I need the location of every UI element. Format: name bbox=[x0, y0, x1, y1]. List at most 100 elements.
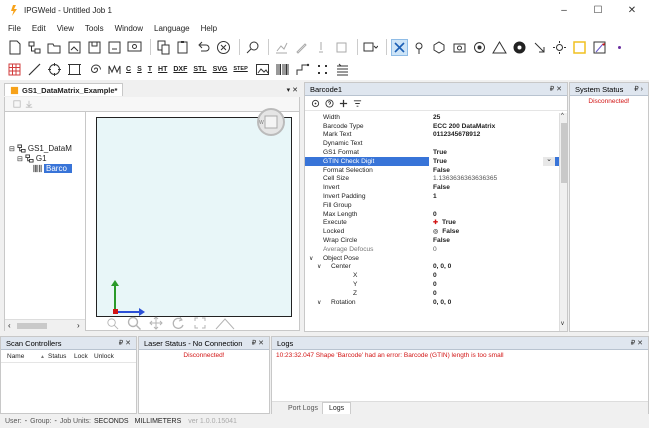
property-value-cell[interactable]: ◎ False bbox=[433, 228, 459, 235]
laser-off-button[interactable] bbox=[391, 38, 408, 56]
property-row[interactable]: Cell Size 1.1363636363636365 bbox=[305, 175, 567, 184]
property-value-cell[interactable]: 0 bbox=[433, 246, 437, 253]
property-value-cell[interactable]: False bbox=[433, 237, 450, 244]
line-button[interactable] bbox=[26, 61, 43, 78]
warning-button[interactable] bbox=[491, 39, 508, 56]
preview-button[interactable] bbox=[126, 39, 143, 56]
property-value-cell[interactable]: 0, 0, 0 bbox=[433, 263, 451, 270]
column-lock[interactable]: Lock bbox=[74, 353, 94, 360]
expand-chevron-icon[interactable]: ∨ bbox=[317, 299, 321, 306]
dxf-import-button[interactable]: DXF bbox=[173, 66, 187, 73]
delete-button[interactable] bbox=[215, 39, 232, 56]
document-tab[interactable]: GS1_DataMatrix_Example* bbox=[4, 83, 124, 96]
path-button[interactable] bbox=[294, 61, 311, 78]
expand-chevron-icon[interactable]: ∨ bbox=[309, 255, 313, 262]
property-row[interactable]: ∨ Rotation 0, 0, 0 bbox=[305, 298, 567, 307]
property-value-cell[interactable]: False bbox=[433, 184, 450, 191]
menu-file[interactable]: File bbox=[8, 24, 21, 33]
laser-status-controls[interactable]: ₽ ✕ bbox=[252, 339, 264, 347]
image-dropdown-button[interactable] bbox=[362, 39, 379, 56]
dropdown-chevron-icon[interactable]: ⌄ bbox=[543, 156, 555, 166]
property-value-cell[interactable]: 0 bbox=[433, 272, 437, 279]
new-file-button[interactable] bbox=[6, 39, 23, 56]
property-row[interactable]: Dynamic Text bbox=[305, 139, 567, 148]
tree-node-root[interactable]: ⊟ GS1_DataM bbox=[9, 144, 72, 153]
settings-icon[interactable] bbox=[311, 99, 320, 108]
document-tab-controls[interactable]: ▾ ✕ bbox=[287, 86, 298, 94]
undo-button[interactable] bbox=[195, 39, 212, 56]
menu-tools[interactable]: Tools bbox=[85, 24, 104, 33]
property-value-cell[interactable]: ✚ True bbox=[433, 219, 456, 226]
logs-controls[interactable]: ₽ ✕ bbox=[631, 339, 643, 347]
tree-node-barcode[interactable]: Barco bbox=[33, 164, 85, 173]
hatch-button[interactable] bbox=[334, 61, 351, 78]
minimize-button[interactable]: – bbox=[547, 0, 581, 20]
yellow-frame-button[interactable] bbox=[571, 39, 588, 56]
collapse-icon[interactable]: ⊟ bbox=[17, 155, 23, 163]
property-row[interactable]: Format Selection False bbox=[305, 166, 567, 175]
menu-edit[interactable]: Edit bbox=[32, 24, 46, 33]
property-value-cell[interactable]: 0 bbox=[433, 290, 437, 297]
open-image-button[interactable] bbox=[66, 39, 83, 56]
property-value-cell[interactable]: 0112345678912 bbox=[433, 131, 480, 138]
more-button[interactable] bbox=[611, 39, 628, 56]
add-disabled-icon[interactable] bbox=[13, 100, 21, 108]
design-canvas[interactable] bbox=[96, 117, 292, 317]
close-button[interactable]: ✕ bbox=[615, 0, 649, 20]
zoom-icon[interactable] bbox=[127, 316, 141, 330]
circle-button[interactable] bbox=[46, 61, 63, 78]
property-row[interactable]: Invert Padding 1 bbox=[305, 192, 567, 201]
column-unlock[interactable]: Unlock bbox=[94, 353, 114, 360]
property-row[interactable]: GTIN Check Digit True ⌄ bbox=[305, 156, 567, 166]
wave-button[interactable] bbox=[106, 61, 123, 78]
stl-import-button[interactable]: STL bbox=[193, 66, 206, 73]
expand-chevron-icon[interactable]: ∨ bbox=[317, 263, 321, 270]
menu-help[interactable]: Help bbox=[201, 24, 217, 33]
pen-button[interactable] bbox=[293, 39, 310, 56]
property-value-cell[interactable]: 0, 0, 0 bbox=[433, 299, 451, 306]
emergency-button[interactable] bbox=[511, 39, 528, 56]
property-row[interactable]: Y0 bbox=[305, 280, 567, 289]
fit-view-icon[interactable] bbox=[193, 316, 207, 330]
scan-controllers-controls[interactable]: ₽ ✕ bbox=[119, 339, 131, 347]
scroll-down-icon[interactable]: v bbox=[561, 321, 564, 327]
collapse-icon[interactable]: ⊟ bbox=[9, 145, 15, 153]
ht-text-button[interactable]: HT bbox=[158, 66, 167, 73]
marker-button[interactable] bbox=[313, 39, 330, 56]
property-value-cell[interactable]: 1.1363636363636365 bbox=[433, 175, 497, 182]
menu-language[interactable]: Language bbox=[154, 24, 190, 33]
property-value-cell[interactable]: True bbox=[433, 149, 447, 156]
system-status-controls[interactable]: ₽ › bbox=[634, 85, 643, 93]
image-button[interactable] bbox=[254, 61, 271, 78]
scroll-up-icon[interactable]: ^ bbox=[561, 113, 564, 119]
grid-button[interactable] bbox=[6, 61, 23, 78]
help-icon[interactable] bbox=[325, 99, 334, 108]
target-button[interactable] bbox=[471, 39, 488, 56]
search-button[interactable] bbox=[244, 39, 261, 56]
property-value-cell[interactable]: True bbox=[429, 157, 543, 166]
menu-window[interactable]: Window bbox=[115, 24, 143, 33]
maximize-button[interactable]: ☐ bbox=[581, 0, 615, 20]
property-row[interactable]: X0 bbox=[305, 271, 567, 280]
scroll-right-icon[interactable]: › bbox=[77, 321, 80, 330]
t-text-button[interactable]: T bbox=[148, 66, 152, 73]
arrow-tool-button[interactable] bbox=[531, 39, 548, 56]
import-disabled-icon[interactable] bbox=[25, 100, 33, 108]
points-button[interactable] bbox=[314, 61, 331, 78]
copy-button[interactable] bbox=[155, 39, 172, 56]
property-row[interactable]: GS1 Format True bbox=[305, 148, 567, 157]
property-row[interactable]: Wrap Circle False bbox=[305, 236, 567, 245]
tab-port-logs[interactable]: Port Logs bbox=[284, 403, 322, 414]
property-row[interactable]: Execute ✚ True bbox=[305, 219, 567, 228]
barcode-panel-controls[interactable]: ₽ ✕ bbox=[550, 85, 562, 93]
property-row[interactable]: Fill Group bbox=[305, 201, 567, 210]
tree-horizontal-scrollbar[interactable]: ‹ › bbox=[5, 319, 85, 331]
save-button[interactable] bbox=[86, 39, 103, 56]
frame-button[interactable] bbox=[333, 39, 350, 56]
property-row[interactable]: ∨ Object Pose bbox=[305, 254, 567, 263]
property-row[interactable]: Barcode Type ECC 200 DataMatrix bbox=[305, 122, 567, 131]
menu-view[interactable]: View bbox=[57, 24, 74, 33]
property-row[interactable]: Locked ◎ False bbox=[305, 227, 567, 236]
column-status[interactable]: Status bbox=[48, 353, 74, 360]
property-value-cell[interactable]: False bbox=[433, 167, 450, 174]
